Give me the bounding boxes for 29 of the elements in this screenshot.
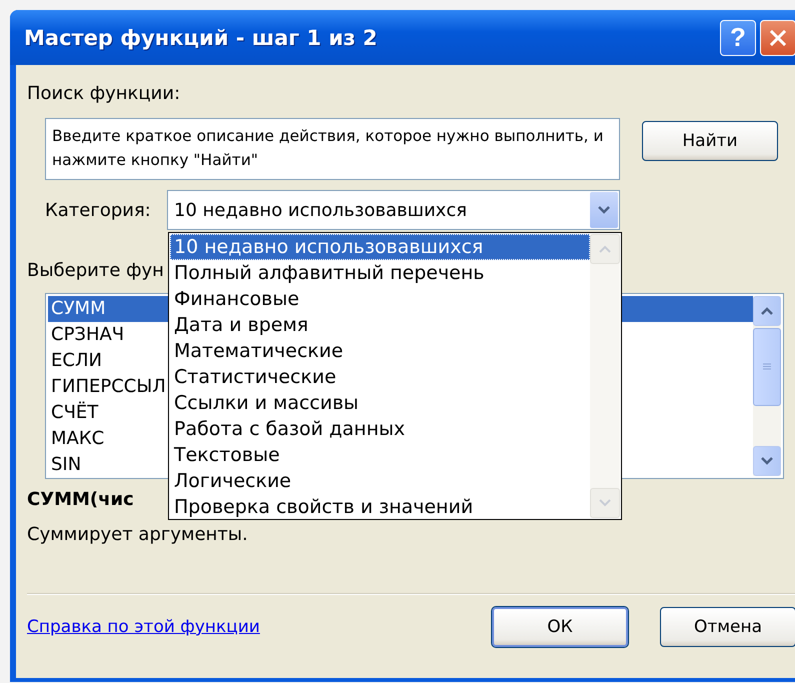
scroll-down-icon[interactable] — [753, 446, 781, 476]
function-list-label: Выберите фун — [27, 260, 164, 281]
scrollbar[interactable] — [753, 296, 781, 476]
category-option[interactable]: Статистические — [170, 364, 590, 390]
category-option[interactable]: Работа с базой данных — [170, 416, 590, 442]
category-option[interactable]: Полный алфавитный перечень — [170, 260, 590, 286]
close-icon[interactable] — [768, 28, 788, 48]
category-label: Категория: — [45, 200, 152, 220]
function-signature: СУММ(чис — [27, 489, 134, 510]
close-button[interactable] — [760, 20, 795, 56]
help-link[interactable]: Справка по этой функции — [27, 617, 260, 637]
category-option[interactable]: Проверка свойств и значений — [170, 494, 590, 520]
category-option[interactable]: Текстовые — [170, 442, 590, 468]
window-title: Мастер функций - шаг 1 из 2 — [24, 26, 378, 50]
category-option[interactable]: Ссылки и массивы — [170, 390, 590, 416]
function-description: Суммирует аргументы. — [27, 524, 248, 545]
category-option[interactable]: Дата и время — [170, 312, 590, 338]
category-dropdown[interactable]: 10 недавно использовавшихся — [167, 190, 620, 230]
search-field[interactable]: Введите краткое описание действия, которое нужно выполнить, и нажмите кнопку "Найти" — [45, 118, 620, 180]
category-option[interactable]: Логические — [170, 468, 590, 494]
category-option[interactable]: Математические — [170, 338, 590, 364]
search-label: Поиск функции: — [27, 83, 180, 104]
scroll-up-icon[interactable] — [753, 296, 781, 326]
category-option[interactable]: 10 недавно использовавшихся — [170, 234, 590, 260]
category-option[interactable]: Финансовые — [170, 286, 590, 312]
dialog-button[interactable]: Отмена — [660, 607, 795, 647]
scroll-thumb[interactable] — [753, 328, 781, 406]
dialog-button[interactable]: ОК — [492, 607, 628, 647]
find-button[interactable]: Найти — [642, 121, 778, 161]
